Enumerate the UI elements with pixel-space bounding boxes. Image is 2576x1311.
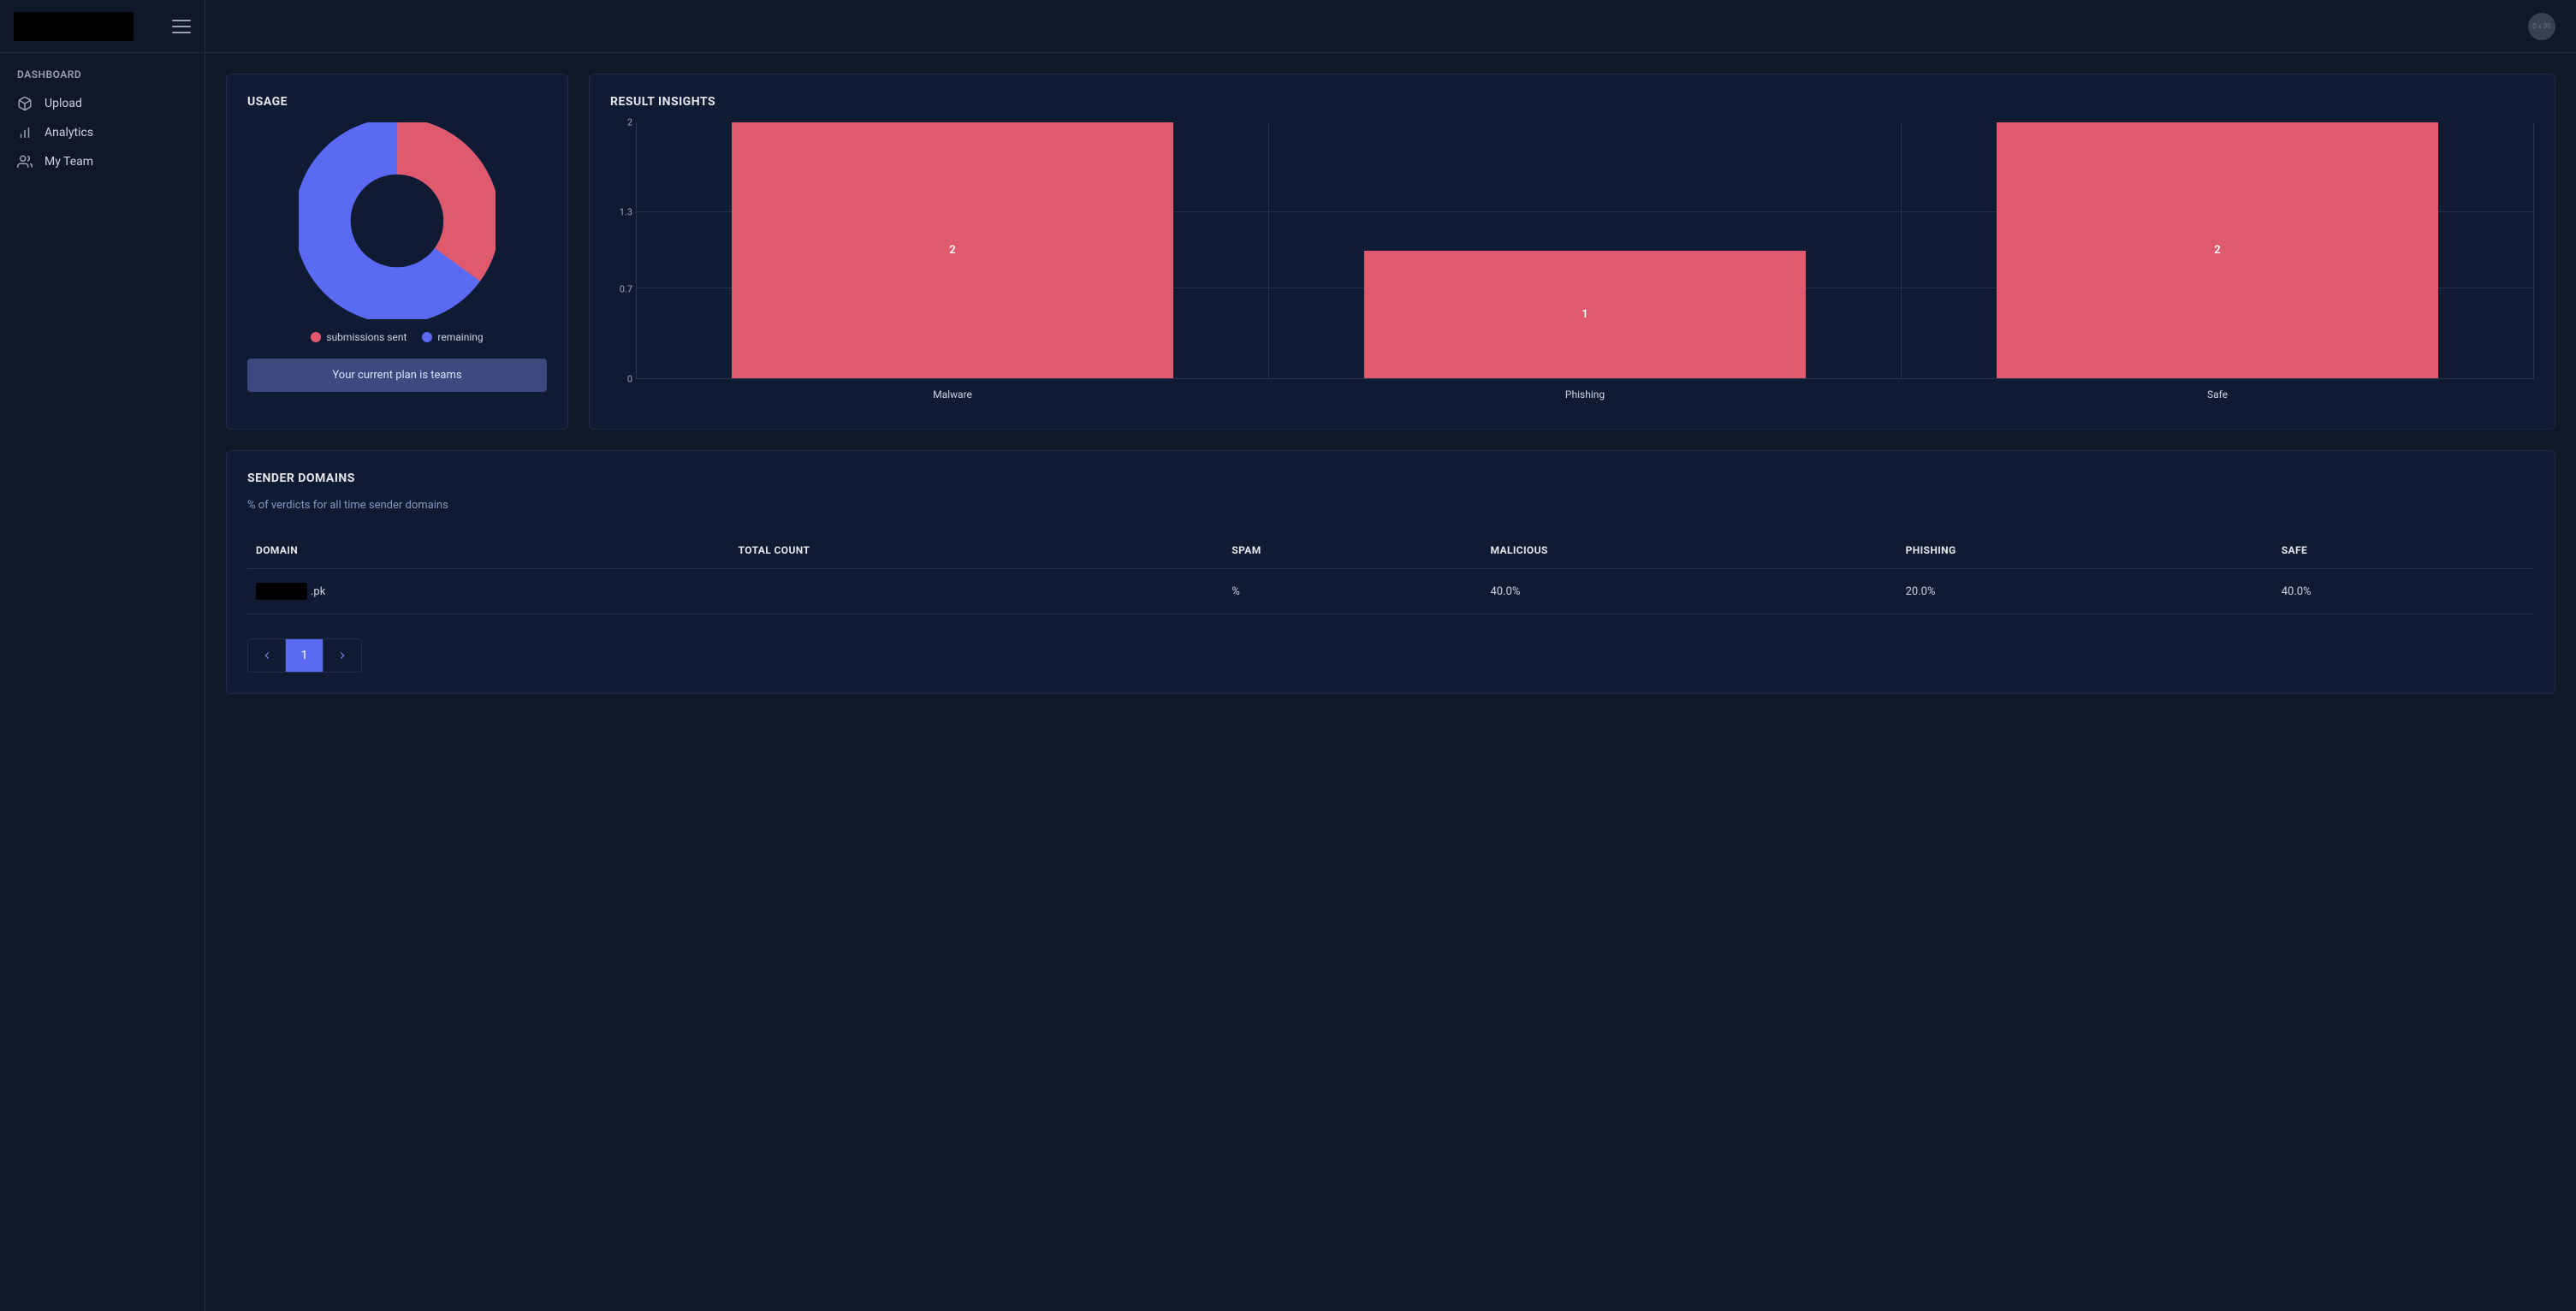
cube-icon [17,96,33,111]
avatar-placeholder: 0 x 30 [2532,22,2550,30]
chevron-left-icon [261,650,273,661]
sidebar-item-analytics[interactable]: Analytics [0,118,205,147]
sidebar-item-upload[interactable]: Upload [0,89,205,118]
topbar: 0 x 30 [205,0,2576,53]
plan-text: Your current plan is teams [332,369,461,382]
table-row: .pk % 40.0% 20.0% 40.0% [247,569,2534,614]
sidebar-top [0,0,205,53]
bar-chart-icon [17,125,33,140]
swatch-remaining [422,332,432,342]
bar-value: 1 [1582,308,1588,321]
cell-domain: .pk [247,569,730,614]
cell-total [730,569,1224,614]
y-tick: 2 [627,117,632,128]
col-safe: SAFE [2273,532,2534,569]
usage-card: USAGE submissions sent [226,74,568,430]
usage-title: USAGE [247,95,547,109]
y-axis: 2 1.3 0.7 0 [607,122,632,379]
col-spam: SPAM [1223,532,1481,569]
sidebar-item-label: Analytics [45,126,93,139]
cell-malicious: 40.0% [1481,569,1896,614]
sidebar: DASHBOARD Upload Analytics My Team [0,0,205,1311]
col-phishing: PHISHING [1897,532,2273,569]
main: 0 x 30 USAGE [205,0,2576,1311]
bar-col-malware: 2 Malware [637,122,1269,378]
swatch-submissions [311,332,321,342]
bar-label: Safe [1902,389,2533,400]
sender-domains-card: SENDER DOMAINS % of verdicts for all tim… [226,450,2555,694]
sidebar-item-my-team[interactable]: My Team [0,147,205,176]
pager-page-button[interactable]: 1 [286,639,323,672]
bar-label: Phishing [1269,389,1901,400]
pagination: 1 [247,638,362,673]
menu-toggle-icon[interactable] [172,20,191,33]
pager-prev-button[interactable] [248,639,286,672]
cell-phishing: 20.0% [1897,569,2273,614]
y-tick: 0.7 [620,284,632,295]
cell-safe: 40.0% [2273,569,2534,614]
logo [14,12,134,41]
redacted-domain [256,583,307,600]
bar-plot: 2 Malware 1 Phishing [636,122,2534,379]
bar-col-phishing: 1 Phishing [1269,122,1902,378]
sender-domains-table: DOMAIN TOTAL COUNT SPAM MALICIOUS PHISHI… [247,532,2534,614]
col-total: TOTAL COUNT [730,532,1224,569]
legend-remaining: remaining [422,331,483,343]
users-icon [17,154,33,169]
bar-value: 2 [2214,244,2220,257]
y-tick: 1.3 [620,207,632,218]
insights-card: RESULT INSIGHTS 2 1.3 0.7 0 [589,74,2555,430]
bar-malware: 2 [732,122,1174,378]
content: USAGE submissions sent [205,53,2576,1311]
bar-col-safe: 2 Safe [1902,122,2534,378]
usage-legend: submissions sent remaining [247,331,547,343]
y-tick: 0 [627,374,632,385]
bar-value: 2 [949,244,955,257]
legend-remaining-label: remaining [437,331,483,343]
pager-next-button[interactable] [323,639,361,672]
bar-label: Malware [637,389,1268,400]
plan-banner[interactable]: Your current plan is teams [247,359,547,392]
sender-domains-title: SENDER DOMAINS [247,472,2534,485]
sidebar-item-label: My Team [45,155,93,169]
avatar[interactable]: 0 x 30 [2528,13,2555,40]
app-root: DASHBOARD Upload Analytics My Team 0 x 3… [0,0,2576,1311]
bar-phishing: 1 [1364,251,1807,379]
top-row: USAGE submissions sent [226,74,2555,430]
usage-donut-chart [247,122,547,319]
bar-safe: 2 [1997,122,2439,378]
chevron-right-icon [336,650,348,661]
table-header-row: DOMAIN TOTAL COUNT SPAM MALICIOUS PHISHI… [247,532,2534,569]
cell-spam: % [1223,569,1481,614]
col-malicious: MALICIOUS [1481,532,1896,569]
sidebar-item-label: Upload [45,97,82,110]
insights-title: RESULT INSIGHTS [610,95,2534,109]
sidebar-heading: DASHBOARD [0,53,205,89]
sender-domains-subtitle: % of verdicts for all time sender domain… [247,499,2534,512]
legend-submissions: submissions sent [311,331,407,343]
legend-submissions-label: submissions sent [326,331,407,343]
insights-bar-chart: 2 1.3 0.7 0 2 Malwa [636,122,2534,379]
col-domain: DOMAIN [247,532,730,569]
pager-page-number: 1 [301,649,308,662]
domain-suffix: .pk [311,585,325,598]
